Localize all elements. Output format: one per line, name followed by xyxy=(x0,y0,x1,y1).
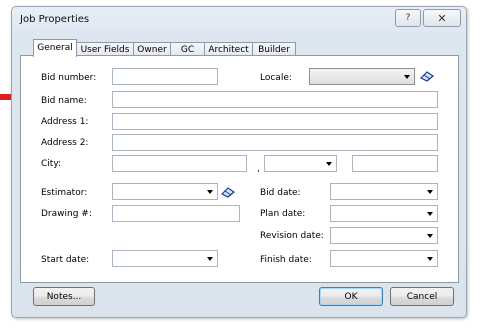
plan-date-label: Plan date: xyxy=(260,209,306,219)
plan-date-picker[interactable] xyxy=(330,205,438,222)
chevron-down-icon xyxy=(404,75,410,79)
cancel-button[interactable]: Cancel xyxy=(390,287,454,306)
close-button[interactable]: ✕ xyxy=(423,9,461,27)
chevron-down-icon xyxy=(326,162,332,166)
finish-date-picker[interactable] xyxy=(330,250,438,267)
finish-date-label: Finish date: xyxy=(260,255,312,265)
start-date-picker[interactable] xyxy=(112,250,218,267)
bid-name-field[interactable] xyxy=(112,91,438,108)
address1-field[interactable] xyxy=(112,113,438,130)
revision-date-label: Revision date: xyxy=(260,231,324,241)
chevron-down-icon xyxy=(427,234,433,238)
estimator-dropdown[interactable] xyxy=(112,183,218,200)
chevron-down-icon xyxy=(207,257,213,261)
zip-field[interactable] xyxy=(352,155,438,172)
city-field[interactable] xyxy=(112,155,247,172)
bid-date-picker[interactable] xyxy=(330,183,438,200)
window-title: Job Properties xyxy=(20,14,90,25)
notes-button[interactable]: Notes... xyxy=(33,287,95,306)
drawing-label: Drawing #: xyxy=(41,209,92,219)
bid-name-label: Bid name: xyxy=(41,96,87,106)
chevron-down-icon xyxy=(427,257,433,261)
locale-label: Locale: xyxy=(260,73,292,83)
estimator-label: Estimator: xyxy=(41,188,88,198)
bid-number-label: Bid number: xyxy=(41,73,97,83)
start-date-label: Start date: xyxy=(41,255,90,265)
bid-number-field[interactable] xyxy=(112,68,218,85)
city-label: City: xyxy=(41,159,62,169)
eraser-icon[interactable] xyxy=(420,70,434,82)
bid-date-label: Bid date: xyxy=(260,188,301,198)
tab-general[interactable]: General xyxy=(33,39,77,57)
chevron-down-icon xyxy=(207,190,213,194)
chevron-down-icon xyxy=(427,190,433,194)
address2-label: Address 2: xyxy=(41,138,89,148)
help-button[interactable]: ? xyxy=(395,9,421,27)
drawing-field[interactable] xyxy=(112,205,240,222)
revision-date-picker[interactable] xyxy=(330,227,438,244)
eraser-icon[interactable] xyxy=(221,186,235,198)
city-state-separator: , xyxy=(257,164,260,174)
ok-button[interactable]: OK xyxy=(319,287,383,306)
job-properties-dialog: Job Properties ? ✕ General User Fields O… xyxy=(11,6,467,318)
address2-field[interactable] xyxy=(112,134,438,151)
locale-dropdown[interactable] xyxy=(309,68,415,85)
chevron-down-icon xyxy=(427,212,433,216)
address1-label: Address 1: xyxy=(41,117,89,127)
state-dropdown[interactable] xyxy=(264,155,337,172)
